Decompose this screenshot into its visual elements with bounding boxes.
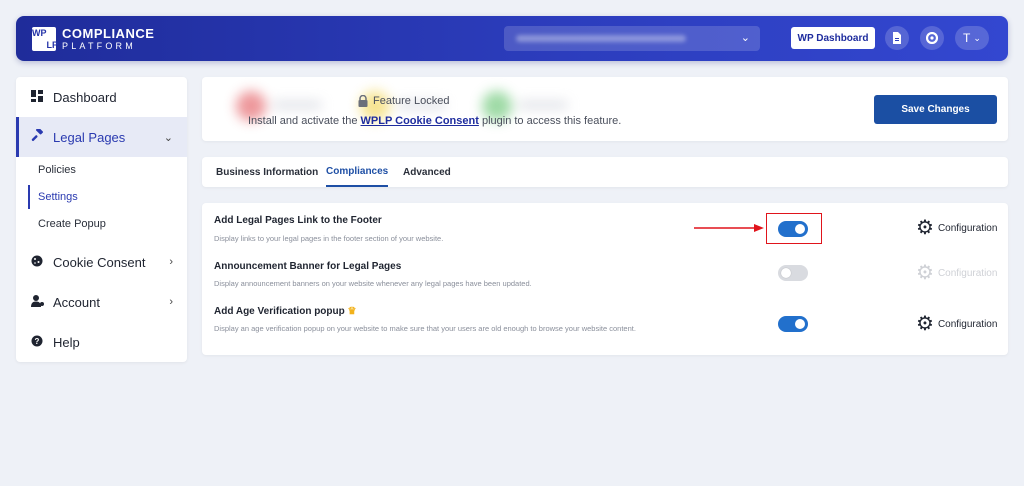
feature-locked-label: Feature Locked <box>373 95 450 107</box>
sidebar-item-label: Legal Pages <box>53 129 126 145</box>
setting-description: Display links to your legal pages in the… <box>214 234 444 243</box>
tab-compliances[interactable]: Compliances <box>326 157 389 187</box>
top-header: WP LP COMPLIANCE PLATFORM ⌄ WP Dashboard… <box>16 16 1008 61</box>
compliance-settings-panel: Add Legal Pages Link to the Footer Displ… <box>202 203 1008 355</box>
help-lifebuoy-icon[interactable] <box>920 26 944 50</box>
sidebar-item-label: Account <box>53 294 100 310</box>
configuration-button-disabled: ⚙ Configuration <box>916 263 997 283</box>
gear-icon: ⚙ <box>916 262 934 284</box>
feature-locked-message: Install and activate the WPLP Cookie Con… <box>248 115 621 127</box>
logo-title: COMPLIANCE <box>62 26 155 41</box>
logo-mark-bottom: LP <box>46 39 59 50</box>
lock-icon <box>358 95 368 107</box>
setting-description: Display announcement banners on your web… <box>214 279 532 288</box>
sidebar-item-help[interactable]: ? Help <box>16 322 187 362</box>
crown-icon: ♛ <box>347 306 357 317</box>
setting-description: Display an age verification popup on you… <box>214 324 636 333</box>
logo-subtitle: PLATFORM <box>62 41 136 51</box>
setting-title: Add Age Verification popup ♛ <box>214 306 357 317</box>
chevron-down-icon: ⌄ <box>973 32 981 43</box>
sidebar-subitem-policies[interactable]: Policies <box>28 158 178 182</box>
site-select-value <box>516 35 686 42</box>
document-icon[interactable] <box>885 26 909 50</box>
sidebar-item-legal-pages[interactable]: Legal Pages ⌄ <box>16 117 187 157</box>
sidebar-item-label: Cookie Consent <box>53 254 146 270</box>
gear-icon: ⚙ <box>916 217 934 239</box>
wp-dashboard-button[interactable]: WP Dashboard <box>791 27 875 49</box>
configuration-label: Configuration <box>937 267 998 279</box>
message-text: Install and activate the <box>248 115 361 127</box>
tab-advanced[interactable]: Advanced <box>403 157 451 187</box>
logo-mark-top: WP <box>32 27 47 38</box>
cookie-icon <box>30 255 44 270</box>
chevron-down-icon: ⌄ <box>740 32 750 44</box>
sidebar-item-account[interactable]: Account › <box>16 282 187 322</box>
setting-title: Add Legal Pages Link to the Footer <box>214 215 382 226</box>
cookie-consent-plugin-link[interactable]: WPLP Cookie Consent <box>361 115 479 127</box>
gear-icon: ⚙ <box>916 313 934 335</box>
tab-business-information[interactable]: Business Information <box>216 157 318 187</box>
announcement-banner-toggle[interactable] <box>778 265 808 281</box>
svg-text:?: ? <box>35 337 40 346</box>
user-avatar-initial: T <box>963 31 971 45</box>
sidebar: Dashboard Legal Pages ⌄ Policies Setting… <box>16 77 187 362</box>
dashboard-icon <box>30 89 44 105</box>
configuration-label: Configuration <box>937 318 998 330</box>
logo-text: COMPLIANCE PLATFORM <box>62 26 154 51</box>
chevron-down-icon: ⌄ <box>163 131 173 144</box>
sidebar-item-label: Dashboard <box>53 89 117 105</box>
configuration-label: Configuration <box>937 222 998 234</box>
feature-locked-title: Feature Locked <box>358 95 449 107</box>
age-verification-toggle[interactable] <box>778 316 808 332</box>
sidebar-subitem-create-popup[interactable]: Create Popup <box>28 212 178 236</box>
configuration-button[interactable]: ⚙ Configuration <box>916 218 997 238</box>
setting-title: Announcement Banner for Legal Pages <box>214 261 402 272</box>
user-gear-icon <box>30 294 44 310</box>
chevron-right-icon: › <box>169 256 173 268</box>
site-select-dropdown[interactable]: ⌄ <box>504 26 760 51</box>
user-menu-button[interactable]: T ⌄ <box>955 26 989 50</box>
logo-mark: WP LP <box>32 26 59 51</box>
chevron-right-icon: › <box>169 296 173 308</box>
message-text: plugin to access this feature. <box>478 115 622 127</box>
annotation-arrow <box>694 224 764 232</box>
question-circle-icon: ? <box>30 335 44 350</box>
gavel-icon <box>30 127 44 145</box>
setting-title-text: Add Age Verification popup <box>214 306 345 317</box>
sidebar-item-label: Help <box>53 334 80 350</box>
configuration-button[interactable]: ⚙ Configuration <box>916 314 997 334</box>
settings-tabs: Business Information Compliances Advance… <box>202 157 1008 187</box>
sidebar-item-cookie-consent[interactable]: Cookie Consent › <box>16 242 187 282</box>
sidebar-item-dashboard[interactable]: Dashboard <box>16 77 187 117</box>
sidebar-subitem-settings[interactable]: Settings <box>28 185 178 209</box>
annotation-highlight-box <box>766 213 822 244</box>
logo[interactable]: WP LP COMPLIANCE PLATFORM <box>32 26 154 51</box>
save-changes-button[interactable]: Save Changes <box>874 95 997 124</box>
feature-locked-panel: Feature Locked Install and activate the … <box>202 77 1008 141</box>
